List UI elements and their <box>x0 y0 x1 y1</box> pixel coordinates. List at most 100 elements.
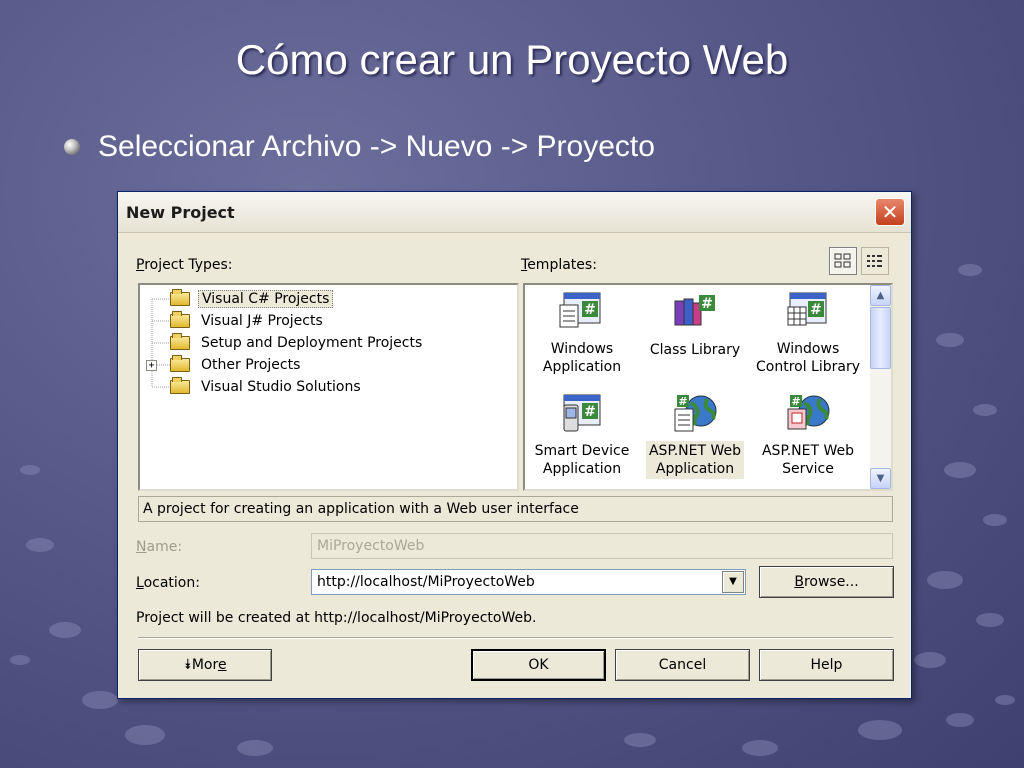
project-types-tree[interactable]: Visual C# Projects Visual J# Projects Se… <box>138 283 519 491</box>
ok-button[interactable]: OK <box>471 649 606 681</box>
templates-scrollbar[interactable]: ▲ ▼ <box>870 285 891 489</box>
template-label-line1: Windows <box>550 341 614 357</box>
expand-other-projects-icon[interactable]: + <box>146 360 157 371</box>
template-label: Class Library <box>647 340 743 360</box>
large-icons-icon <box>834 253 851 268</box>
control-library-icon: # <box>784 291 832 333</box>
bullet-item: Seleccionar Archivo -> Nuevo -> Proyecto <box>64 130 655 164</box>
tree-item-label: Visual J# Projects <box>201 313 323 329</box>
tree-item-visual-csharp[interactable]: Visual C# Projects <box>170 289 334 309</box>
template-aspnet-web-service[interactable]: # ASP.NET Web Service <box>753 393 863 479</box>
template-windows-control-library[interactable]: # Windows Control Library <box>753 291 863 377</box>
template-label-line1: ASP.NET Web <box>761 443 855 459</box>
template-label-line1: Class Library <box>649 342 741 358</box>
svg-text:#: # <box>584 404 596 420</box>
more-label: Mor <box>191 657 218 673</box>
close-button[interactable]: ✕ <box>875 198 905 226</box>
location-input[interactable]: http://localhost/MiProyectoWeb <box>317 574 535 590</box>
template-class-library[interactable]: # Class Library <box>640 291 750 360</box>
svg-text:#: # <box>701 296 713 312</box>
template-label-line1: Windows <box>776 341 840 357</box>
bullet-icon <box>64 139 80 155</box>
more-accesskey: e <box>217 657 227 673</box>
templates-label-rest: emplates: <box>527 257 597 273</box>
new-project-dialog: New Project ✕ Project Types: Templates: <box>117 191 912 699</box>
help-button[interactable]: Help <box>759 649 894 681</box>
project-types-accesskey: P <box>136 257 145 273</box>
more-button[interactable]: ⯯More <box>138 649 272 681</box>
browse-label-rest: rowse... <box>803 574 859 590</box>
bullet-text: Seleccionar Archivo -> Nuevo -> Proyecto <box>98 130 655 163</box>
folder-icon <box>170 311 190 328</box>
name-label-rest: ame: <box>146 539 183 555</box>
tree-item-label: Visual C# Projects <box>198 290 334 308</box>
template-label-line2: Service <box>782 461 834 477</box>
name-accesskey: N <box>136 539 147 555</box>
small-icons-view-button[interactable] <box>861 247 889 275</box>
folder-icon <box>170 377 190 394</box>
template-label: ASP.NET Web Application <box>645 441 745 479</box>
template-label-line2: Application <box>542 359 622 375</box>
tree-item-label: Setup and Deployment Projects <box>201 335 423 351</box>
tree-item-label: Visual Studio Solutions <box>201 379 361 395</box>
dialog-titlebar[interactable]: New Project ✕ <box>118 192 911 233</box>
tree-item-vs-solutions[interactable]: Visual Studio Solutions <box>170 377 364 397</box>
browse-button[interactable]: Browse... <box>759 566 894 598</box>
svg-text:#: # <box>791 395 800 408</box>
scroll-up-button[interactable]: ▲ <box>870 285 891 306</box>
template-description: A project for creating an application wi… <box>138 496 893 522</box>
svg-text:#: # <box>584 302 596 318</box>
list-view-icon <box>867 255 882 267</box>
template-label: ASP.NET Web Service <box>759 441 857 479</box>
template-label: Smart Device Application <box>532 441 633 479</box>
location-label-rest: ocation: <box>143 575 200 591</box>
templates-list[interactable]: # Windows Application # Class Library # … <box>523 283 893 491</box>
location-label: Location: <box>136 575 200 591</box>
tree-item-visual-jsharp[interactable]: Visual J# Projects <box>170 311 326 331</box>
class-library-icon: # <box>671 291 719 333</box>
template-smart-device-application[interactable]: # Smart Device Application <box>527 393 637 479</box>
chevron-down-icon: ▼ <box>876 473 885 484</box>
template-label-line2: Control Library <box>756 359 861 375</box>
template-label: Windows Application <box>540 339 624 377</box>
folder-icon <box>170 355 190 372</box>
tree-item-setup-deployment[interactable]: Setup and Deployment Projects <box>170 333 425 353</box>
template-label: Windows Control Library <box>753 339 863 377</box>
template-label-line2: Application <box>542 461 622 477</box>
scroll-down-button[interactable]: ▼ <box>870 468 891 489</box>
dialog-separator <box>138 637 893 639</box>
aspnet-web-app-icon: # <box>671 393 719 435</box>
smart-device-icon: # <box>558 393 606 435</box>
svg-text:#: # <box>678 395 687 408</box>
browse-accesskey: B <box>794 574 804 590</box>
location-dropdown-button[interactable]: ▼ <box>722 571 744 593</box>
large-icons-view-button[interactable] <box>829 247 857 275</box>
close-icon: ✕ <box>881 200 899 224</box>
name-label: Name: <box>136 539 182 555</box>
location-accesskey: L <box>136 575 144 591</box>
chevron-up-icon: ▲ <box>876 290 885 301</box>
name-field[interactable]: MiProyectoWeb <box>311 533 893 559</box>
templates-label: Templates: <box>521 257 597 273</box>
template-aspnet-web-application[interactable]: # ASP.NET Web Application <box>640 393 750 479</box>
project-types-label: Project Types: <box>136 257 233 273</box>
scroll-thumb[interactable] <box>870 307 891 369</box>
aspnet-web-service-icon: # <box>784 393 832 435</box>
template-label-line1: ASP.NET Web <box>648 443 742 459</box>
template-label-line1: Smart Device <box>534 443 630 459</box>
slide-title: Cómo crear un Proyecto Web <box>235 36 789 83</box>
double-chevron-down-icon: ⯯ <box>183 657 192 673</box>
project-types-label-rest: roject Types: <box>144 257 233 273</box>
tree-item-other-projects[interactable]: Other Projects <box>170 355 303 375</box>
cancel-button[interactable]: Cancel <box>615 649 750 681</box>
tree-item-label: Other Projects <box>201 357 301 373</box>
dialog-title: New Project <box>126 203 235 222</box>
template-label-line2: Application <box>655 461 735 477</box>
folder-icon <box>170 333 190 350</box>
location-combobox[interactable]: http://localhost/MiProyectoWeb ▼ <box>311 569 746 595</box>
chevron-down-icon: ▼ <box>729 576 737 587</box>
created-at-text: Project will be created at http://localh… <box>136 610 537 626</box>
windows-app-icon: # <box>558 291 606 333</box>
template-windows-application[interactable]: # Windows Application <box>527 291 637 377</box>
svg-text:#: # <box>810 302 822 318</box>
